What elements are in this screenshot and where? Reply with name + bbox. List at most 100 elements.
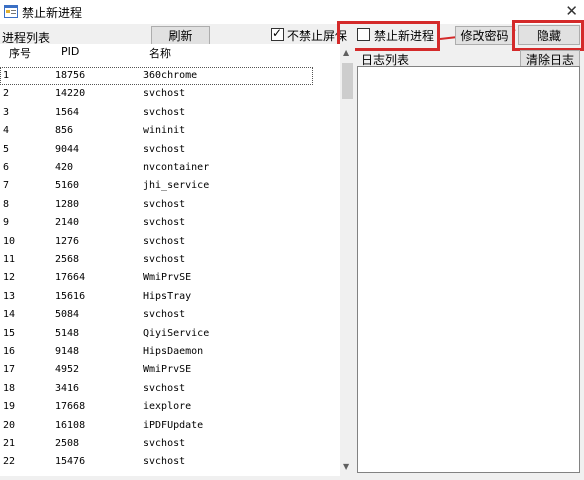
- table-row[interactable]: 1 18756 360chrome: [0, 67, 313, 85]
- row-index: 7: [3, 180, 10, 192]
- row-name: svchost: [143, 106, 186, 118]
- row-name: HipsDaemon: [143, 346, 204, 357]
- row-name: HipsTray: [143, 290, 192, 302]
- table-row[interactable]: 17 4952 WmiPrvSE: [0, 361, 340, 379]
- scroll-down-icon[interactable]: ▼: [343, 462, 349, 471]
- row-pid: 2140: [55, 217, 80, 229]
- process-list-header: 序号 PID 名称: [0, 44, 340, 61]
- row-name: iexplore: [143, 401, 192, 413]
- row-name: svchost: [143, 382, 186, 394]
- change-password-button[interactable]: 修改密码: [455, 26, 514, 45]
- row-pid: 17668: [55, 401, 86, 413]
- table-row[interactable]: 6 420 nvcontainer: [0, 159, 340, 177]
- row-name: svchost: [143, 456, 186, 468]
- row-pid: 9044: [55, 143, 80, 155]
- block-new-checkbox-box[interactable]: [357, 28, 370, 41]
- log-list[interactable]: [357, 66, 580, 473]
- table-row[interactable]: 19 17668 iexplore: [0, 398, 340, 416]
- row-index: 6: [3, 162, 10, 173]
- row-index: 21: [3, 438, 16, 449]
- table-row[interactable]: 14 5084 svchost: [0, 306, 340, 324]
- refresh-button[interactable]: 刷新: [151, 26, 210, 45]
- row-pid: 2508: [55, 438, 80, 449]
- row-pid: 16108: [55, 419, 86, 431]
- checkmark-icon: ✓: [272, 26, 283, 40]
- row-name: svchost: [143, 438, 186, 449]
- row-name: wininit: [143, 125, 186, 137]
- row-index: 16: [3, 346, 16, 357]
- row-pid: 15616: [55, 290, 86, 302]
- close-icon[interactable]: ✕: [565, 2, 578, 20]
- row-name: svchost: [143, 143, 186, 155]
- row-pid: 14220: [55, 88, 86, 100]
- hide-button[interactable]: 隐藏: [518, 25, 580, 45]
- app-icon: [4, 5, 18, 18]
- column-header-pid[interactable]: PID: [61, 45, 79, 58]
- row-name: WmiPrvSE: [143, 272, 192, 284]
- table-row[interactable]: 12 17664 WmiPrvSE: [0, 269, 340, 287]
- row-name: iPDFUpdate: [143, 419, 204, 431]
- row-name: jhi_service: [143, 180, 210, 192]
- row-index: 8: [3, 198, 10, 210]
- row-index: 13: [3, 290, 16, 302]
- row-pid: 17664: [55, 272, 86, 284]
- table-row[interactable]: 16 9148 HipsDaemon: [0, 343, 340, 361]
- row-index: 14: [3, 309, 16, 321]
- table-row[interactable]: 7 5160 jhi_service: [0, 177, 340, 195]
- row-pid: 420: [55, 162, 74, 173]
- block-new-label: 禁止新进程: [374, 29, 435, 43]
- row-index: 17: [3, 364, 16, 376]
- table-row[interactable]: 5 9044 svchost: [0, 141, 340, 159]
- column-header-index[interactable]: 序号: [9, 45, 31, 61]
- row-pid: 18756: [55, 70, 86, 81]
- row-pid: 5148: [55, 327, 80, 339]
- table-row[interactable]: 15 5148 QiyiService: [0, 325, 340, 343]
- row-name: QiyiService: [143, 327, 210, 339]
- row-index: 22: [3, 456, 16, 468]
- table-row[interactable]: 4 856 wininit: [0, 122, 340, 140]
- row-index: 10: [3, 235, 16, 247]
- table-row[interactable]: 21 2508 svchost: [0, 435, 340, 453]
- row-index: 9: [3, 217, 10, 229]
- scroll-up-icon[interactable]: ▲: [343, 48, 349, 57]
- column-header-name[interactable]: 名称: [149, 45, 171, 61]
- row-index: 11: [3, 254, 16, 265]
- table-row[interactable]: 18 3416 svchost: [0, 380, 340, 398]
- row-name: svchost: [143, 198, 186, 210]
- table-row[interactable]: 11 2568 svchost: [0, 251, 340, 269]
- row-name: svchost: [143, 309, 186, 321]
- table-row[interactable]: 3 1564 svchost: [0, 104, 340, 122]
- row-pid: 2568: [55, 254, 80, 265]
- row-pid: 1276: [55, 235, 80, 247]
- row-pid: 856: [55, 125, 74, 137]
- row-pid: 1564: [55, 106, 80, 118]
- row-pid: 15476: [55, 456, 86, 468]
- row-pid: 1280: [55, 198, 80, 210]
- table-row[interactable]: 20 16108 iPDFUpdate: [0, 417, 340, 435]
- table-row[interactable]: 2 14220 svchost: [0, 85, 340, 103]
- process-list[interactable]: 1 18756 360chrome 2 14220 svchost 3 1564 svchost…: [0, 61, 340, 476]
- row-name: svchost: [143, 88, 186, 100]
- scrollbar-thumb[interactable]: [342, 63, 353, 99]
- row-pid: 3416: [55, 382, 80, 394]
- table-row[interactable]: 10 1276 svchost: [0, 233, 340, 251]
- table-row[interactable]: 8 1280 svchost: [0, 196, 340, 214]
- table-row[interactable]: 9 2140 svchost: [0, 214, 340, 232]
- row-index: 4: [3, 125, 10, 137]
- row-pid: 5084: [55, 309, 80, 321]
- row-name: nvcontainer: [143, 162, 210, 173]
- row-index: 5: [3, 143, 10, 155]
- process-list-scrollbar[interactable]: ▲ ▼: [340, 44, 355, 476]
- row-index: 3: [3, 106, 10, 118]
- no-block-checkbox-box[interactable]: ✓: [271, 26, 284, 41]
- row-name: WmiPrvSE: [143, 364, 192, 376]
- row-name: svchost: [143, 254, 186, 265]
- row-pid: 9148: [55, 346, 80, 357]
- table-row[interactable]: 22 15476 svchost: [0, 453, 340, 471]
- row-pid: 4952: [55, 364, 80, 376]
- row-index: 18: [3, 382, 16, 394]
- row-index: 15: [3, 327, 16, 339]
- window-title: 禁止新进程: [22, 6, 83, 20]
- table-row[interactable]: 13 15616 HipsTray: [0, 288, 340, 306]
- row-index: 20: [3, 419, 16, 431]
